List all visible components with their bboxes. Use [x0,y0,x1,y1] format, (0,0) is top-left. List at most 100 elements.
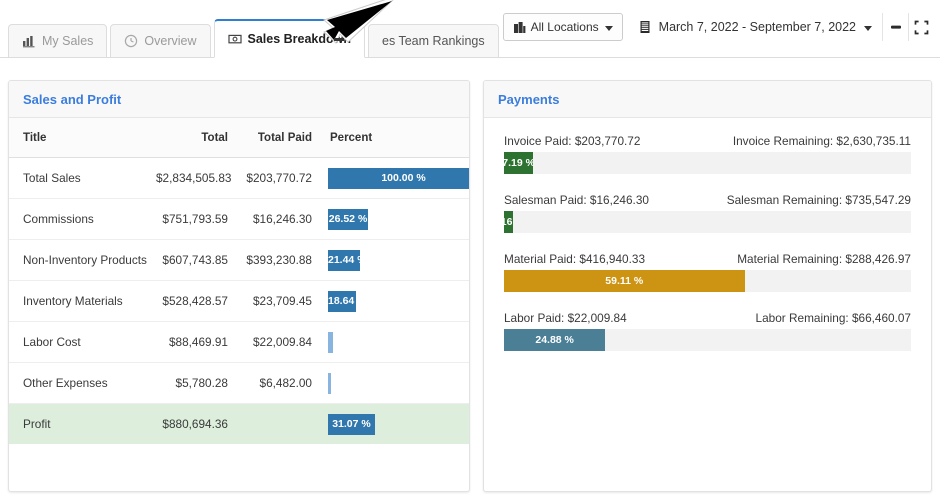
percent-bar-fill: 100.00 % [328,167,469,189]
row-total-paid: $203,770.72 [236,157,320,199]
tab-bar: My Sales Overview Sales Breakdown es Tea… [8,18,502,58]
payment-bar-label: 7.19 % [504,157,533,169]
row-title: Labor Cost [9,321,148,363]
row-total: $5,780.28 [148,362,236,404]
chevron-down-icon [604,25,613,31]
payment-bar-fill: 24.88 % [504,329,606,351]
table-header-row: Title Total Total Paid Percent [9,118,469,158]
column-header-percent: Percent [320,118,469,158]
row-total: $607,743.85 [148,239,236,281]
percent-bar-track: 100.00 % [328,167,469,189]
percent-bar-track: 31.07 % [328,413,461,435]
payment-paid-label: Invoice Paid: $203,770.72 [504,134,641,148]
row-percent-cell: 21.44 % [320,239,469,281]
payment-bar-track: 7.19 % [504,152,911,174]
table-row: Inventory Materials $528,428.57 $23,709.45… [9,280,469,322]
table-row: Labor Cost$88,469.91$22,009.84 3.12 % [9,321,469,363]
row-total: $88,469.91 [148,321,236,363]
payment-bar-label: 2.16 % [504,216,513,228]
tab-overview-label: Overview [144,34,197,48]
tab-sales-team-rankings-label: es Team Rankings [382,34,485,48]
date-range-label: March 7, 2022 - September 7, 2022 [658,20,856,34]
payment-remaining-label: Material Remaining: $288,426.97 [737,252,911,266]
row-total-paid [236,403,320,444]
tab-my-sales-label: My Sales [42,34,94,48]
percent-bar-fill: 18.64 % [328,290,357,312]
payment-group: Material Paid: $416,940.33 Material Remai… [504,252,911,292]
row-title: Commissions [9,198,148,240]
calendar-icon [639,20,653,34]
row-title: Other Expenses [9,362,148,404]
payment-bar-label: 59.11 % [605,275,644,287]
location-filter-dropdown[interactable]: All Locations [502,13,623,41]
payment-paid-label: Labor Paid: $22,009.84 [504,311,627,325]
percent-bar-label: 21.44 % [328,254,360,266]
date-range-picker[interactable]: March 7, 2022 - September 7, 2022 [623,13,882,41]
table-row: Non-Inventory Products $607,743.85 $393,23… [9,239,469,281]
row-percent-cell: 18.64 % [320,280,469,322]
percent-bar-track: 21.44 % [328,249,461,271]
clock-icon [124,34,138,48]
payment-paid-label: Material Paid: $416,940.33 [504,252,646,266]
table-row: Total Sales $2,834,505.83 $203,770.72 100.0… [9,157,469,199]
sales-and-profit-table: Title Total Total Paid Percent Total Sal… [9,118,469,444]
expand-icon [914,20,929,34]
row-title: Non-Inventory Products [9,239,148,281]
table-row: Profit $880,694.36 31.07 % [9,403,469,444]
percent-bar-track: 3.12 % [328,331,461,353]
row-total: $2,834,505.83 [148,157,236,199]
payment-bar-track: 2.16 % [504,211,911,233]
payment-labels: Salesman Paid: $16,246.30 Salesman Remain… [504,193,911,207]
payments-body: Invoice Paid: $203,770.72 Invoice Remaini… [484,118,931,491]
row-percent-cell: 3.12 % [320,321,469,363]
minus-icon [890,25,901,29]
percent-bar-label: 26.52 % [328,213,368,225]
sales-and-profit-header: Sales and Profit [9,81,469,118]
row-percent-cell: 0.20 % [320,362,469,404]
payment-group: Invoice Paid: $203,770.72 Invoice Remaini… [504,134,911,174]
payment-bar-track: 24.88 % [504,329,911,351]
column-header-total: Total [148,118,236,158]
payment-bar-fill: 7.19 % [504,152,534,174]
percent-bar-label: 18.64 % [328,295,356,307]
tab-sales-breakdown-label: Sales Breakdown [247,32,352,46]
percent-bar-label: 100.00 % [381,172,426,184]
payment-group: Labor Paid: $22,009.84 Labor Remaining: $… [504,311,911,351]
row-total-paid: $6,482.00 [236,362,320,404]
minimize-button[interactable] [882,13,908,41]
main-content: Sales and Profit Title Total Total Paid … [0,58,940,500]
table-row: Commissions $751,793.59 $16,246.30 26.52 % [9,198,469,240]
percent-bar-fill: 3.12 % [328,331,333,353]
tab-sales-team-rankings[interactable]: es Team Rankings [368,24,499,58]
column-header-total-paid: Total Paid [236,118,320,158]
row-title: Inventory Materials [9,280,148,322]
percent-bar-fill: 31.07 % [328,413,375,435]
row-percent-cell: 100.00 % [320,157,469,199]
row-total: $751,793.59 [148,198,236,240]
payment-remaining-label: Salesman Remaining: $735,547.29 [726,193,911,207]
bar-chart-icon [22,34,36,48]
payment-remaining-label: Invoice Remaining: $2,630,735.11 [732,134,911,148]
money-bill-icon [227,32,242,46]
payment-paid-label: Salesman Paid: $16,246.30 [504,193,649,207]
row-total-paid: $393,230.88 [236,239,320,281]
payments-panel: Payments Invoice Paid: $203,770.72 Invoic… [483,80,932,492]
payments-title: Payments [498,91,560,107]
chevron-down-icon [864,25,872,31]
tab-sales-breakdown[interactable]: Sales Breakdown [213,19,366,58]
tab-my-sales[interactable]: My Sales [8,24,108,58]
expand-fullscreen-button[interactable] [908,13,934,41]
sales-and-profit-panel: Sales and Profit Title Total Total Paid … [8,80,470,492]
building-icon [513,20,527,34]
payment-bar-fill: 2.16 % [504,211,513,233]
table-row: Other Expenses$5,780.28$6,482.00 0.20 % [9,362,469,404]
sales-and-profit-title: Sales and Profit [23,91,122,107]
row-total: $880,694.36 [148,403,236,444]
tab-overview[interactable]: Overview [110,24,211,58]
row-title: Total Sales [9,157,148,199]
payment-bar-label: 24.88 % [535,334,574,346]
payment-labels: Invoice Paid: $203,770.72 Invoice Remaini… [504,134,911,148]
payment-group: Salesman Paid: $16,246.30 Salesman Remain… [504,193,911,233]
top-toolbar: My Sales Overview Sales Breakdown es Tea… [0,0,940,58]
row-total-paid: $23,709.45 [236,280,320,322]
